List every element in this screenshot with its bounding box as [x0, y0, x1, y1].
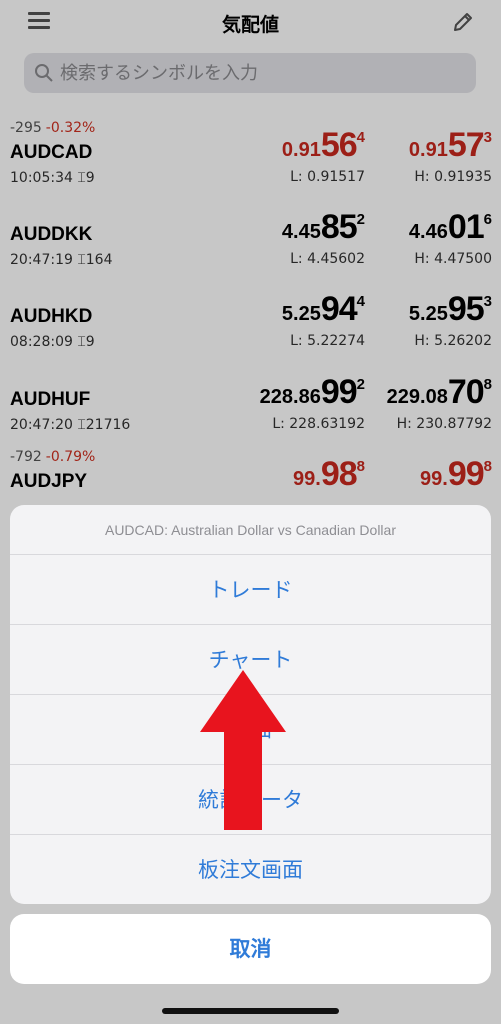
order-book-action[interactable]: 板注文画面 [10, 835, 491, 904]
home-indicator[interactable] [162, 1008, 339, 1014]
cancel-button[interactable]: 取消 [10, 914, 491, 984]
up-arrow-icon [200, 670, 286, 830]
trade-action[interactable]: トレード [10, 555, 491, 625]
action-sheet-title: AUDCAD: Australian Dollar vs Canadian Do… [10, 505, 491, 555]
